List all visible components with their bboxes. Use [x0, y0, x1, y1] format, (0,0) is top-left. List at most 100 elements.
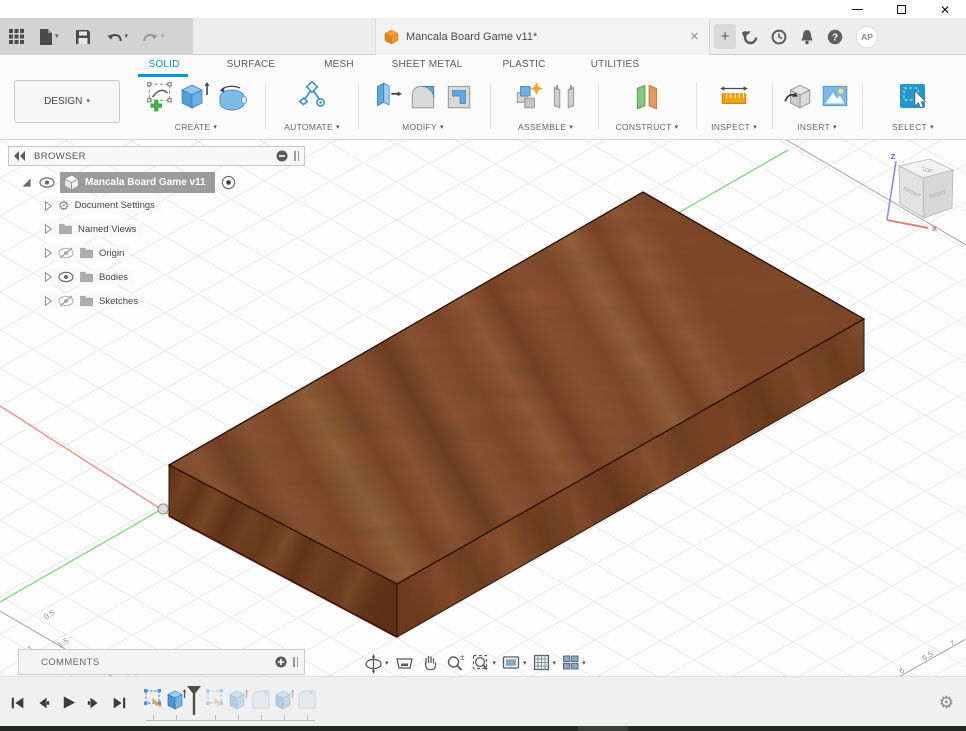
undo-icon: [106, 30, 123, 44]
orbit-button[interactable]: ▾: [362, 652, 390, 675]
play-button[interactable]: [60, 694, 77, 711]
account-avatar[interactable]: AP: [856, 26, 878, 48]
viewport-canvas[interactable]: 0.5 1 1.5 6 6.5 7 TOP FRONT Z RIGHT Z X: [0, 140, 966, 676]
redo-button[interactable]: ▾: [142, 30, 165, 44]
browser-item-bodies[interactable]: Bodies: [40, 269, 134, 285]
display-settings-button[interactable]: ▾: [500, 652, 528, 674]
timeline-feature-fillet[interactable]: [251, 688, 271, 717]
revolve-button[interactable]: [216, 79, 248, 113]
step-forward-button[interactable]: [86, 695, 102, 711]
window-maximize-button[interactable]: [888, 3, 914, 16]
go-to-start-button[interactable]: [10, 695, 26, 711]
modify-group-label[interactable]: MODIFY▾: [402, 122, 444, 132]
measure-button[interactable]: [718, 79, 750, 113]
save-button[interactable]: [76, 30, 90, 44]
design-workspace-button[interactable]: DESIGN ▾: [14, 80, 120, 123]
browser-item-named-views[interactable]: Named Views: [40, 221, 142, 237]
extensions-button[interactable]: [742, 29, 758, 45]
expand-arrow-icon[interactable]: [43, 200, 53, 212]
look-at-button[interactable]: [393, 652, 416, 674]
app-grid-button[interactable]: [9, 29, 24, 44]
expand-arrow-icon[interactable]: [43, 247, 53, 259]
tab-solid[interactable]: SOLID: [139, 59, 189, 75]
view-cube[interactable]: TOP FRONT Z RIGHT Z X: [887, 152, 953, 233]
assemble-group-label[interactable]: ASSEMBLE▾: [518, 122, 573, 132]
board-body[interactable]: [160, 180, 872, 650]
help-button[interactable]: ?: [827, 29, 843, 45]
file-menu-button[interactable]: ▾: [39, 29, 59, 45]
timeline-settings-gear-icon[interactable]: ⚙: [939, 694, 954, 711]
caret-down-icon: ▾: [582, 660, 586, 667]
canvas-button[interactable]: [819, 79, 851, 113]
press-pull-button[interactable]: [371, 79, 403, 113]
tab-plastic[interactable]: PLASTIC: [494, 59, 554, 75]
document-tab[interactable]: Mancala Board Game v11* ✕: [375, 18, 710, 55]
timeline-feature-extrude[interactable]: [274, 688, 295, 717]
construct-plane-button[interactable]: [631, 79, 663, 113]
insert-group-label[interactable]: INSERT▾: [797, 122, 837, 132]
browser-root-row[interactable]: Mancala Board Game v11: [20, 172, 236, 193]
extrude-button[interactable]: [180, 79, 212, 113]
window-close-button[interactable]: ✕: [932, 3, 958, 16]
notifications-button[interactable]: [800, 29, 814, 45]
activate-component-radio[interactable]: [221, 175, 236, 190]
grid-settings-button[interactable]: ▾: [531, 652, 558, 674]
browser-item-sketches[interactable]: Sketches: [40, 293, 144, 309]
automate-button[interactable]: [296, 79, 328, 113]
document-close-button[interactable]: ✕: [688, 30, 701, 43]
caret-down-icon: ▾: [675, 124, 679, 131]
visibility-eye-icon[interactable]: [58, 271, 74, 283]
insert-button[interactable]: [783, 79, 815, 113]
add-comment-icon[interactable]: [275, 656, 287, 668]
timeline-feature-extrude[interactable]: [228, 688, 249, 717]
new-component-button[interactable]: [512, 79, 544, 113]
step-back-button[interactable]: [35, 695, 51, 711]
visibility-eye-icon[interactable]: [39, 177, 55, 188]
undo-button[interactable]: ▾: [106, 30, 129, 44]
timeline-feature-sketch[interactable]: [143, 688, 163, 717]
job-status-button[interactable]: [771, 29, 787, 45]
tab-mesh[interactable]: MESH: [314, 59, 364, 75]
tab-sheet-metal[interactable]: SHEET METAL: [384, 59, 470, 75]
timeline-feature-sketch[interactable]: [205, 688, 225, 717]
browser-item-origin[interactable]: Origin: [40, 245, 130, 261]
construct-group-label[interactable]: CONSTRUCT▾: [616, 122, 679, 132]
browser-header[interactable]: BROWSER: [8, 146, 305, 166]
panel-drag-grip[interactable]: [293, 657, 298, 667]
visibility-off-eye-icon[interactable]: [58, 247, 74, 259]
pan-button[interactable]: [419, 652, 441, 674]
expand-arrow-icon[interactable]: [43, 223, 53, 235]
tab-utilities[interactable]: UTILITIES: [585, 59, 645, 75]
fit-button[interactable]: ▾: [470, 652, 498, 674]
expand-arrow-icon[interactable]: [43, 295, 53, 307]
origin-point[interactable]: [158, 504, 168, 514]
select-button[interactable]: [897, 79, 929, 113]
select-group-label[interactable]: SELECT▾: [892, 122, 934, 132]
create-group-label[interactable]: CREATE▾: [175, 122, 217, 132]
timeline-group-bracket: [146, 720, 315, 721]
shell-button[interactable]: [443, 79, 475, 113]
joint-button[interactable]: [548, 79, 580, 113]
visibility-off-eye-icon[interactable]: [58, 295, 74, 307]
fillet-button[interactable]: [407, 79, 439, 113]
automate-group-label[interactable]: AUTOMATE▾: [284, 122, 340, 132]
timeline-feature-fillet[interactable]: [297, 688, 317, 717]
tab-surface[interactable]: SURFACE: [221, 59, 281, 75]
panel-collapse-circle-icon[interactable]: [276, 150, 288, 162]
expand-arrow-icon[interactable]: [43, 271, 53, 283]
browser-item-document-settings[interactable]: ⚙ Document Settings: [40, 197, 161, 214]
comments-bar[interactable]: COMMENTS: [18, 649, 305, 675]
zoom-button[interactable]: ±: [444, 652, 467, 674]
new-tab-button[interactable]: +: [714, 24, 736, 49]
inspect-group-label[interactable]: INSPECT▾: [711, 122, 757, 132]
expand-collapse-icon[interactable]: [20, 176, 33, 189]
window-minimize-button[interactable]: [844, 3, 870, 16]
timeline-feature-extrude[interactable]: [166, 688, 187, 717]
timeline-playhead[interactable]: [186, 686, 202, 721]
go-to-end-button[interactable]: [111, 695, 127, 711]
panel-drag-grip[interactable]: [294, 151, 299, 161]
display-settings-icon: [501, 653, 522, 673]
root-component-highlight[interactable]: Mancala Board Game v11: [60, 172, 215, 193]
create-sketch-button[interactable]: [144, 79, 176, 113]
viewports-button[interactable]: ▾: [560, 652, 587, 674]
